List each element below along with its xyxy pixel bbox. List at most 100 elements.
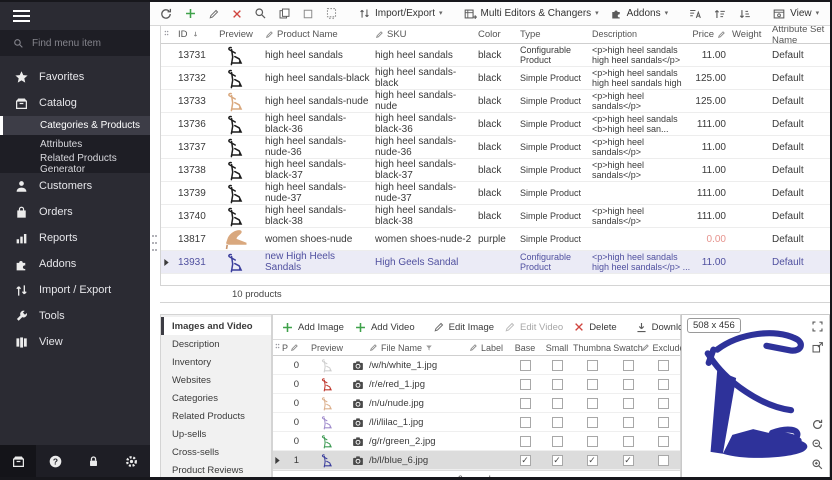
gear-button[interactable] [112,454,150,469]
swatch-checkbox[interactable] [623,455,634,466]
image-row[interactable]: 0/g/r/green_2.jpg [273,432,680,451]
image-row[interactable]: 0/r/e/red_1.jpg [273,375,680,394]
addons-menu[interactable]: Addons▾ [607,5,671,22]
delete-product-button[interactable] [228,6,246,22]
view-menu[interactable]: View▾ [769,5,822,23]
exclude-checkbox[interactable] [658,360,669,371]
tab-product-reviews[interactable]: Product Reviews [161,461,271,479]
sidebar-item-categories-products[interactable]: Categories & Products [0,116,150,135]
sidebar-item-orders[interactable]: Orders [0,199,150,225]
refresh-button[interactable] [156,5,176,23]
product-row[interactable]: 13733high heel sandals-nudehigh heel san… [161,90,830,113]
product-row[interactable]: 13817women shoes-nudewomen shoes-nude-2p… [161,228,830,251]
copy-button[interactable] [275,5,294,22]
swatch-checkbox[interactable] [623,360,634,371]
product-row[interactable]: 13931new High Heels SandalsHigh Geels Sa… [161,251,830,274]
images-grid-header[interactable]: P Preview File Name Label Base Small Thu… [273,340,680,356]
zoom-out-button[interactable] [811,438,824,451]
tab-cross-sells[interactable]: Cross-sells [161,443,271,461]
thumbnail-checkbox[interactable] [587,398,598,409]
panel-splitter-handle[interactable] [470,305,496,311]
open-external-button[interactable] [811,341,824,354]
image-row[interactable]: 0/w/h/white_1.jpg [273,356,680,375]
swatch-checkbox[interactable] [623,436,634,447]
sidebar-item-catalog[interactable]: Catalog [0,90,150,116]
import-export-menu[interactable]: Import/Export▾ [355,5,446,22]
tab-up-sells[interactable]: Up-sells [161,425,271,443]
base-checkbox[interactable] [520,379,531,390]
thumbnail-checkbox[interactable] [587,417,598,428]
exclude-checkbox[interactable] [658,398,669,409]
clear-selection-button[interactable] [299,6,317,22]
store-button[interactable] [0,445,36,477]
image-row[interactable]: 0/l/i/lilac_1.jpg [273,413,680,432]
small-checkbox[interactable] [552,417,563,428]
swatch-checkbox[interactable] [623,417,634,428]
product-row[interactable]: 13738high heel sandals-black-37high heel… [161,159,830,182]
search-button[interactable] [251,5,270,22]
menu-toggle-button[interactable] [0,2,150,30]
add-video-button[interactable]: Add Video [351,319,418,336]
move-up-button[interactable] [710,5,730,23]
product-row[interactable]: 13731high heel sandalshigh heel sandalsb… [161,44,830,67]
thumbnail-checkbox[interactable] [587,360,598,371]
base-checkbox[interactable] [520,360,531,371]
image-row[interactable]: 0/n/u/nude.jpg [273,394,680,413]
delete-button[interactable]: Delete [570,319,619,335]
base-checkbox[interactable] [520,417,531,428]
product-row[interactable]: 13732high heel sandals-blackhigh heel sa… [161,67,830,90]
sidebar-item-customers[interactable]: Customers [0,173,150,199]
sidebar-item-view[interactable]: View [0,329,150,355]
base-checkbox[interactable] [520,398,531,409]
sidebar-item-attributes[interactable]: Attributes [0,135,150,154]
small-checkbox[interactable] [552,436,563,447]
sidebar-search[interactable]: Find menu item [0,30,150,56]
tab-description[interactable]: Description [161,335,271,353]
tab-related-products[interactable]: Related Products [161,407,271,425]
product-row[interactable]: 13739high heel sandals-nude-37high heel … [161,182,830,205]
add-product-button[interactable] [181,5,200,22]
tab-inventory[interactable]: Inventory [161,353,271,371]
multi-editors-menu[interactable]: Multi Editors & Changers▾ [460,5,602,23]
tab-categories[interactable]: Categories [161,389,271,407]
lock-button[interactable] [74,454,112,469]
help-button[interactable]: ? [36,454,74,469]
tab-websites[interactable]: Websites [161,371,271,389]
edit-product-button[interactable] [205,6,223,22]
image-row[interactable]: 1/b/l/blue_6.jpg [273,451,680,470]
sidebar-item-import-export[interactable]: Import / Export [0,277,150,303]
swatch-checkbox[interactable] [623,398,634,409]
move-down-button[interactable] [735,5,755,23]
exclude-checkbox[interactable] [658,417,669,428]
sidebar-item-addons[interactable]: Addons [0,251,150,277]
sort-az-button[interactable] [685,5,705,23]
thumbnail-checkbox[interactable] [587,436,598,447]
product-row[interactable]: 13736high heel sandals-black-36high heel… [161,113,830,136]
product-row[interactable]: 13740high heel sandals-black-38high heel… [161,205,830,228]
thumbnail-checkbox[interactable] [587,455,598,466]
exclude-checkbox[interactable] [658,379,669,390]
base-checkbox[interactable] [520,436,531,447]
sidebar-item-related-products-generator[interactable]: Related Products Generator [0,154,150,173]
small-checkbox[interactable] [552,379,563,390]
sidebar-item-favorites[interactable]: Favorites [0,64,150,90]
exclude-checkbox[interactable] [658,436,669,447]
exclude-checkbox[interactable] [658,455,669,466]
product-row[interactable]: 13737high heel sandals-nude-36high heel … [161,136,830,159]
rotate-button[interactable] [811,418,824,431]
products-grid-header[interactable]: ID Preview Product Name SKU Color Type D… [161,26,830,44]
fullscreen-button[interactable] [811,320,824,333]
tab-images-and-video[interactable]: Images and Video [161,317,271,335]
base-checkbox[interactable] [520,455,531,466]
small-checkbox[interactable] [552,398,563,409]
add-image-button[interactable]: Add Image [278,319,347,336]
sidebar-item-tools[interactable]: Tools [0,303,150,329]
thumbnail-checkbox[interactable] [587,379,598,390]
small-checkbox[interactable] [552,360,563,371]
sidebar-item-reports[interactable]: Reports [0,225,150,251]
zoom-in-button[interactable] [811,458,824,471]
sidebar-splitter-handle[interactable] [151,230,158,256]
paste-special-button[interactable] [322,5,341,22]
small-checkbox[interactable] [552,455,563,466]
edit-image-button[interactable]: Edit Image [430,319,497,335]
